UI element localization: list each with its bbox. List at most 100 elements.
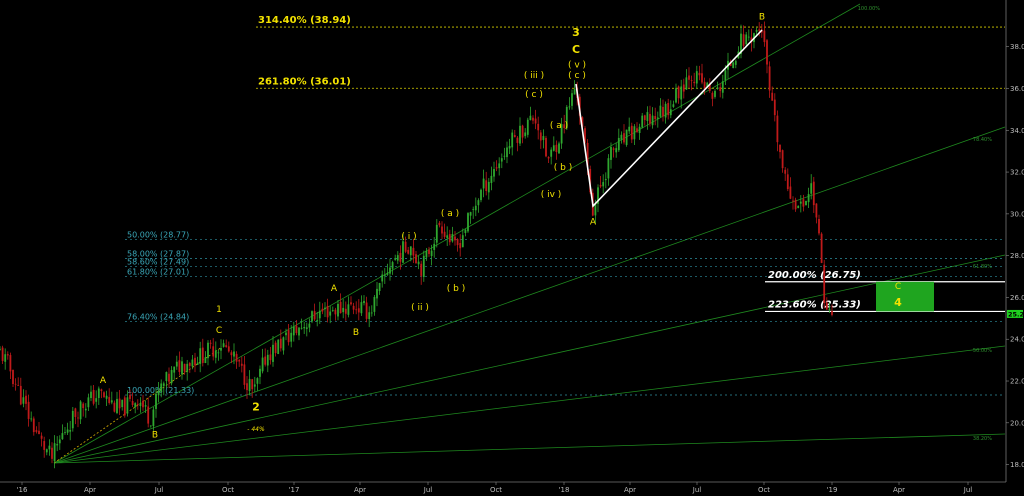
candle-body [352, 305, 355, 310]
candle-body [771, 92, 774, 101]
candle-body [467, 213, 469, 232]
x-tick-label: Jul [154, 486, 164, 494]
fib-level-label: 314.40% (38.94) [258, 15, 351, 26]
candle-body [776, 115, 779, 143]
candle-body [238, 360, 241, 362]
fib-level-label: 200.00% (26.75) [768, 270, 861, 281]
candle-body [313, 311, 316, 320]
candle-body [539, 132, 542, 141]
candle-body [646, 112, 649, 121]
candle-body [659, 105, 662, 117]
candle-body [555, 144, 558, 152]
candle-body [225, 345, 228, 348]
candle-body [438, 222, 441, 226]
candle-body [103, 392, 105, 398]
candle-body [721, 81, 724, 93]
candle-body [407, 249, 410, 254]
candle-body [337, 303, 339, 317]
candle-body [654, 116, 657, 120]
fib-level-label: 223.60% (25.33) [768, 299, 861, 310]
candle-body [779, 144, 781, 153]
candle-body [534, 118, 537, 124]
fib-level-label: 261.80% (36.01) [258, 76, 351, 87]
candle-body [266, 354, 269, 366]
candle-body [404, 241, 407, 252]
candle-body [251, 379, 254, 390]
candle-body [698, 72, 701, 76]
candle-body [633, 126, 636, 140]
candle-body [797, 205, 800, 209]
fib-level-label: 50.00% (28.77) [127, 231, 189, 240]
y-tick-label: 38.00 [1010, 43, 1024, 51]
candle-body [617, 137, 620, 151]
candle-body [812, 181, 815, 206]
candle-body [568, 106, 571, 108]
candle-body [612, 148, 615, 150]
candle-body [454, 236, 456, 241]
candle-body [155, 393, 157, 409]
candle-body [14, 383, 17, 385]
candle-body [805, 200, 807, 206]
y-tick-label: 30.00 [1010, 210, 1024, 218]
candle-body [794, 199, 797, 210]
wave-label: A [100, 376, 107, 386]
x-tick-label: Apr [354, 486, 366, 494]
wave-label: ( c ) [525, 90, 543, 100]
candle-body [139, 403, 142, 407]
fan-label: 78.40% [973, 137, 992, 143]
wave-label: ( i ) [401, 232, 416, 242]
candle-body [789, 186, 792, 199]
candle-body [12, 369, 14, 385]
candle-body [344, 308, 347, 314]
candle-body [381, 274, 384, 282]
wave-label: 3 [572, 26, 580, 39]
candle-body [370, 312, 373, 314]
price-chart[interactable]: 100.00% 78.40% 61.80% 50.00% 38.20% 314.40% … [0, 0, 1024, 496]
candle-body [274, 342, 277, 354]
candle-body [84, 408, 87, 411]
candle-body [188, 363, 191, 366]
candle-body [17, 385, 20, 386]
last-price-label: 25.21 [1008, 310, 1024, 318]
candle-body [521, 125, 524, 138]
candle-body [472, 209, 475, 210]
candle-body [734, 60, 737, 65]
candle-body [277, 339, 280, 354]
candle-body [162, 383, 165, 386]
candle-body [357, 308, 360, 313]
candle-body [334, 309, 337, 315]
candle-body [630, 125, 633, 140]
y-tick-label: 26.00 [1010, 294, 1024, 302]
candle-body [233, 351, 235, 357]
y-tick-label: 28.00 [1010, 252, 1024, 260]
candle-body [415, 254, 417, 264]
candle-body [519, 125, 521, 144]
candle-body [305, 327, 308, 329]
candle-body [742, 34, 745, 46]
candle-body [529, 115, 532, 121]
candle-body [664, 103, 667, 118]
candle-body [165, 372, 168, 381]
candle-body [27, 401, 30, 419]
candle-body [773, 99, 776, 116]
candle-body [524, 132, 527, 137]
candle-body [461, 235, 464, 248]
candle-body [695, 71, 698, 84]
fib-level-label: 61.80% (27.01) [127, 267, 189, 276]
candle-body [651, 115, 654, 126]
candle-body [142, 400, 144, 408]
candle-body [77, 417, 79, 419]
candle-body [160, 383, 163, 392]
candle-body [43, 441, 46, 450]
candle-body [365, 302, 368, 319]
candle-body [378, 282, 381, 291]
wave-label: ( a ) [550, 121, 568, 131]
candle-body [662, 106, 664, 117]
candle-body [287, 330, 290, 343]
candle-body [290, 332, 293, 342]
candle-body [482, 178, 485, 189]
candle-body [360, 302, 363, 314]
candle-body [82, 403, 85, 409]
candle-body [503, 155, 506, 157]
candle-body [66, 429, 69, 433]
